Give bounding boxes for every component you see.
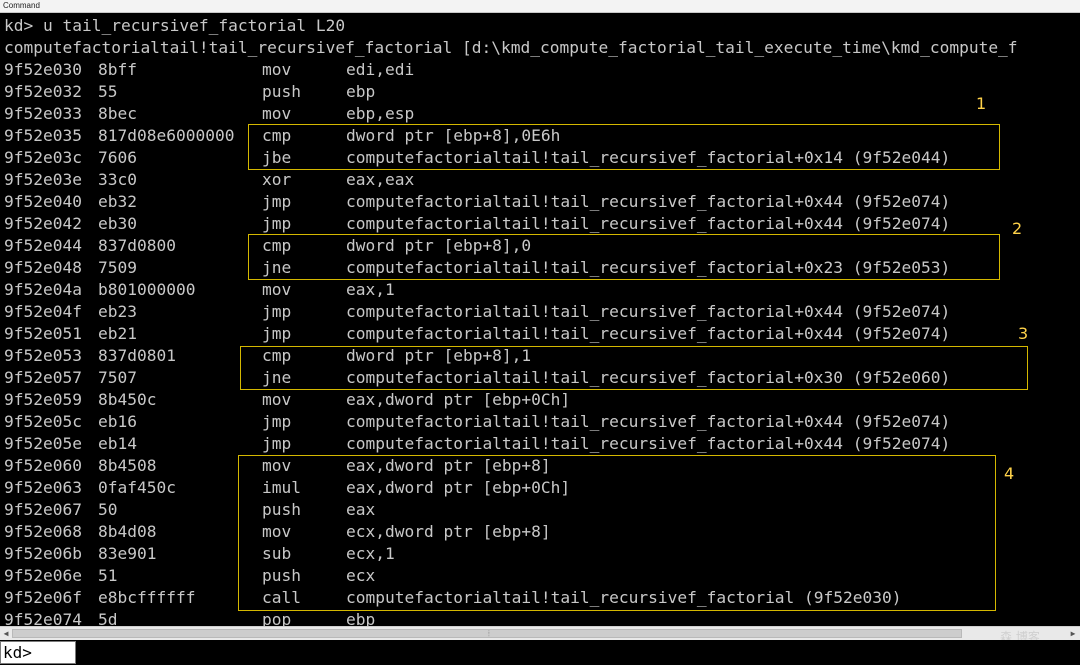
- disasm-addr: 9f52e06f: [4, 588, 82, 607]
- disasm-addr: 9f52e03e: [4, 170, 82, 189]
- disasm-bytes: 8b4d08: [98, 522, 157, 541]
- grip-icon: ⦙: [488, 629, 490, 638]
- disasm-ops: ebp,esp: [346, 104, 415, 123]
- disasm-bytes: eb23: [98, 302, 137, 321]
- disasm-bytes: eb30: [98, 214, 137, 233]
- disasm-addr: 9f52e044: [4, 236, 82, 255]
- disasm-addr: 9f52e03c: [4, 148, 82, 167]
- disasm-addr: 9f52e059: [4, 390, 82, 409]
- disasm-addr: 9f52e033: [4, 104, 82, 123]
- disasm-addr: 9f52e04a: [4, 280, 82, 299]
- disasm-addr: 9f52e06e: [4, 566, 82, 585]
- disasm-addr: 9f52e032: [4, 82, 82, 101]
- disasm-mnem: push: [262, 82, 301, 101]
- disasm-bytes: 837d0801: [98, 346, 176, 365]
- disasm-bytes: 55: [98, 82, 118, 101]
- symbol-header-line: computefactorialtail!tail_recursivef_fac…: [4, 38, 1018, 57]
- disasm-mnem: jmp: [262, 214, 292, 233]
- disasm-bytes: 8bec: [98, 104, 137, 123]
- command-bar: kd>: [0, 640, 1080, 665]
- disasm-bytes: 8b4508: [98, 456, 157, 475]
- disasm-ops: computefactorialtail!tail_recursivef_fac…: [346, 302, 951, 321]
- disasm-ops: computefactorialtail!tail_recursivef_fac…: [346, 214, 951, 233]
- disasm-bytes: eb32: [98, 192, 137, 211]
- horizontal-scrollbar[interactable]: ◀ ⦙ ▶: [0, 626, 1080, 640]
- disasm-addr: 9f52e05c: [4, 412, 82, 431]
- command-prompt-input[interactable]: kd>: [0, 641, 76, 664]
- disasm-mnem: mov: [262, 104, 292, 123]
- disasm-bytes: 5d: [98, 610, 118, 626]
- disasm-bytes: 837d0800: [98, 236, 176, 255]
- disasm-addr: 9f52e035: [4, 126, 82, 145]
- disasm-bytes: 51: [98, 566, 118, 585]
- disasm-bytes: 0faf450c: [98, 478, 176, 497]
- disasm-bytes: 50: [98, 500, 118, 519]
- disasm-mnem: jmp: [262, 324, 292, 343]
- command-echo-line: kd> u tail_recursivef_factorial L20: [4, 16, 346, 35]
- disasm-addr: 9f52e074: [4, 610, 82, 626]
- disasm-bytes: 33c0: [98, 170, 137, 189]
- annotation-box-3: [240, 346, 1028, 390]
- disasm-ops: computefactorialtail!tail_recursivef_fac…: [346, 324, 951, 343]
- disasm-mnem: mov: [262, 280, 292, 299]
- disasm-addr: 9f52e068: [4, 522, 82, 541]
- disasm-bytes: 8bff: [98, 60, 137, 79]
- disasm-bytes: eb16: [98, 412, 137, 431]
- scroll-right-icon[interactable]: ▶: [1068, 628, 1078, 639]
- disasm-addr: 9f52e040: [4, 192, 82, 211]
- disasm-ops: eax,dword ptr [ebp+0Ch]: [346, 390, 571, 409]
- disasm-bytes: e8bcffffff: [98, 588, 196, 607]
- disasm-mnem: mov: [262, 390, 292, 409]
- disasm-ops: eax,eax: [346, 170, 415, 189]
- disasm-addr: 9f52e04f: [4, 302, 82, 321]
- disasm-bytes: eb21: [98, 324, 137, 343]
- disasm-addr: 9f52e057: [4, 368, 82, 387]
- disasm-mnem: jmp: [262, 192, 292, 211]
- disasm-bytes: b801000000: [98, 280, 196, 299]
- disasm-bytes: 8b450c: [98, 390, 157, 409]
- disasm-addr: 9f52e067: [4, 500, 82, 519]
- disasm-ops: ebp: [346, 82, 376, 101]
- disasm-addr: 9f52e042: [4, 214, 82, 233]
- disasm-addr: 9f52e063: [4, 478, 82, 497]
- annotation-label-3: 3: [1018, 324, 1029, 343]
- disasm-addr: 9f52e051: [4, 324, 82, 343]
- annotation-label-2: 2: [1012, 219, 1023, 238]
- disasm-addr: 9f52e030: [4, 60, 82, 79]
- disasm-ops: eax,1: [346, 280, 395, 299]
- disasm-bytes: 83e901: [98, 544, 157, 563]
- scroll-left-icon[interactable]: ◀: [1, 628, 11, 639]
- disasm-addr: 9f52e06b: [4, 544, 82, 563]
- annotation-label-4: 4: [1004, 464, 1015, 483]
- disasm-mnem: jmp: [262, 412, 292, 431]
- scrollbar-thumb[interactable]: ⦙: [12, 629, 962, 638]
- disasm-ops: computefactorialtail!tail_recursivef_fac…: [346, 434, 951, 453]
- disasm-bytes: 7606: [98, 148, 137, 167]
- disasm-ops: computefactorialtail!tail_recursivef_fac…: [346, 192, 951, 211]
- window-title: Command: [0, 0, 1080, 13]
- disasm-bytes: eb14: [98, 434, 137, 453]
- annotation-box-2: [248, 234, 1000, 280]
- disasm-ops: ebp: [346, 610, 376, 626]
- disasm-addr: 9f52e053: [4, 346, 82, 365]
- disasm-bytes: 7507: [98, 368, 137, 387]
- disasm-mnem: pop: [262, 610, 292, 626]
- disasm-addr: 9f52e05e: [4, 434, 82, 453]
- disasm-addr: 9f52e048: [4, 258, 82, 277]
- annotation-box-1: [248, 124, 1000, 170]
- annotation-box-4: [238, 455, 996, 611]
- disasm-ops: edi,edi: [346, 60, 415, 79]
- disasm-addr: 9f52e060: [4, 456, 82, 475]
- disasm-bytes: 817d08e6000000: [98, 126, 235, 145]
- disasm-mnem: jmp: [262, 302, 292, 321]
- annotation-label-1: 1: [976, 94, 987, 113]
- disasm-mnem: mov: [262, 60, 292, 79]
- disasm-mnem: xor: [262, 170, 292, 189]
- disasm-ops: computefactorialtail!tail_recursivef_fac…: [346, 412, 951, 431]
- disasm-bytes: 7509: [98, 258, 137, 277]
- disasm-mnem: jmp: [262, 434, 292, 453]
